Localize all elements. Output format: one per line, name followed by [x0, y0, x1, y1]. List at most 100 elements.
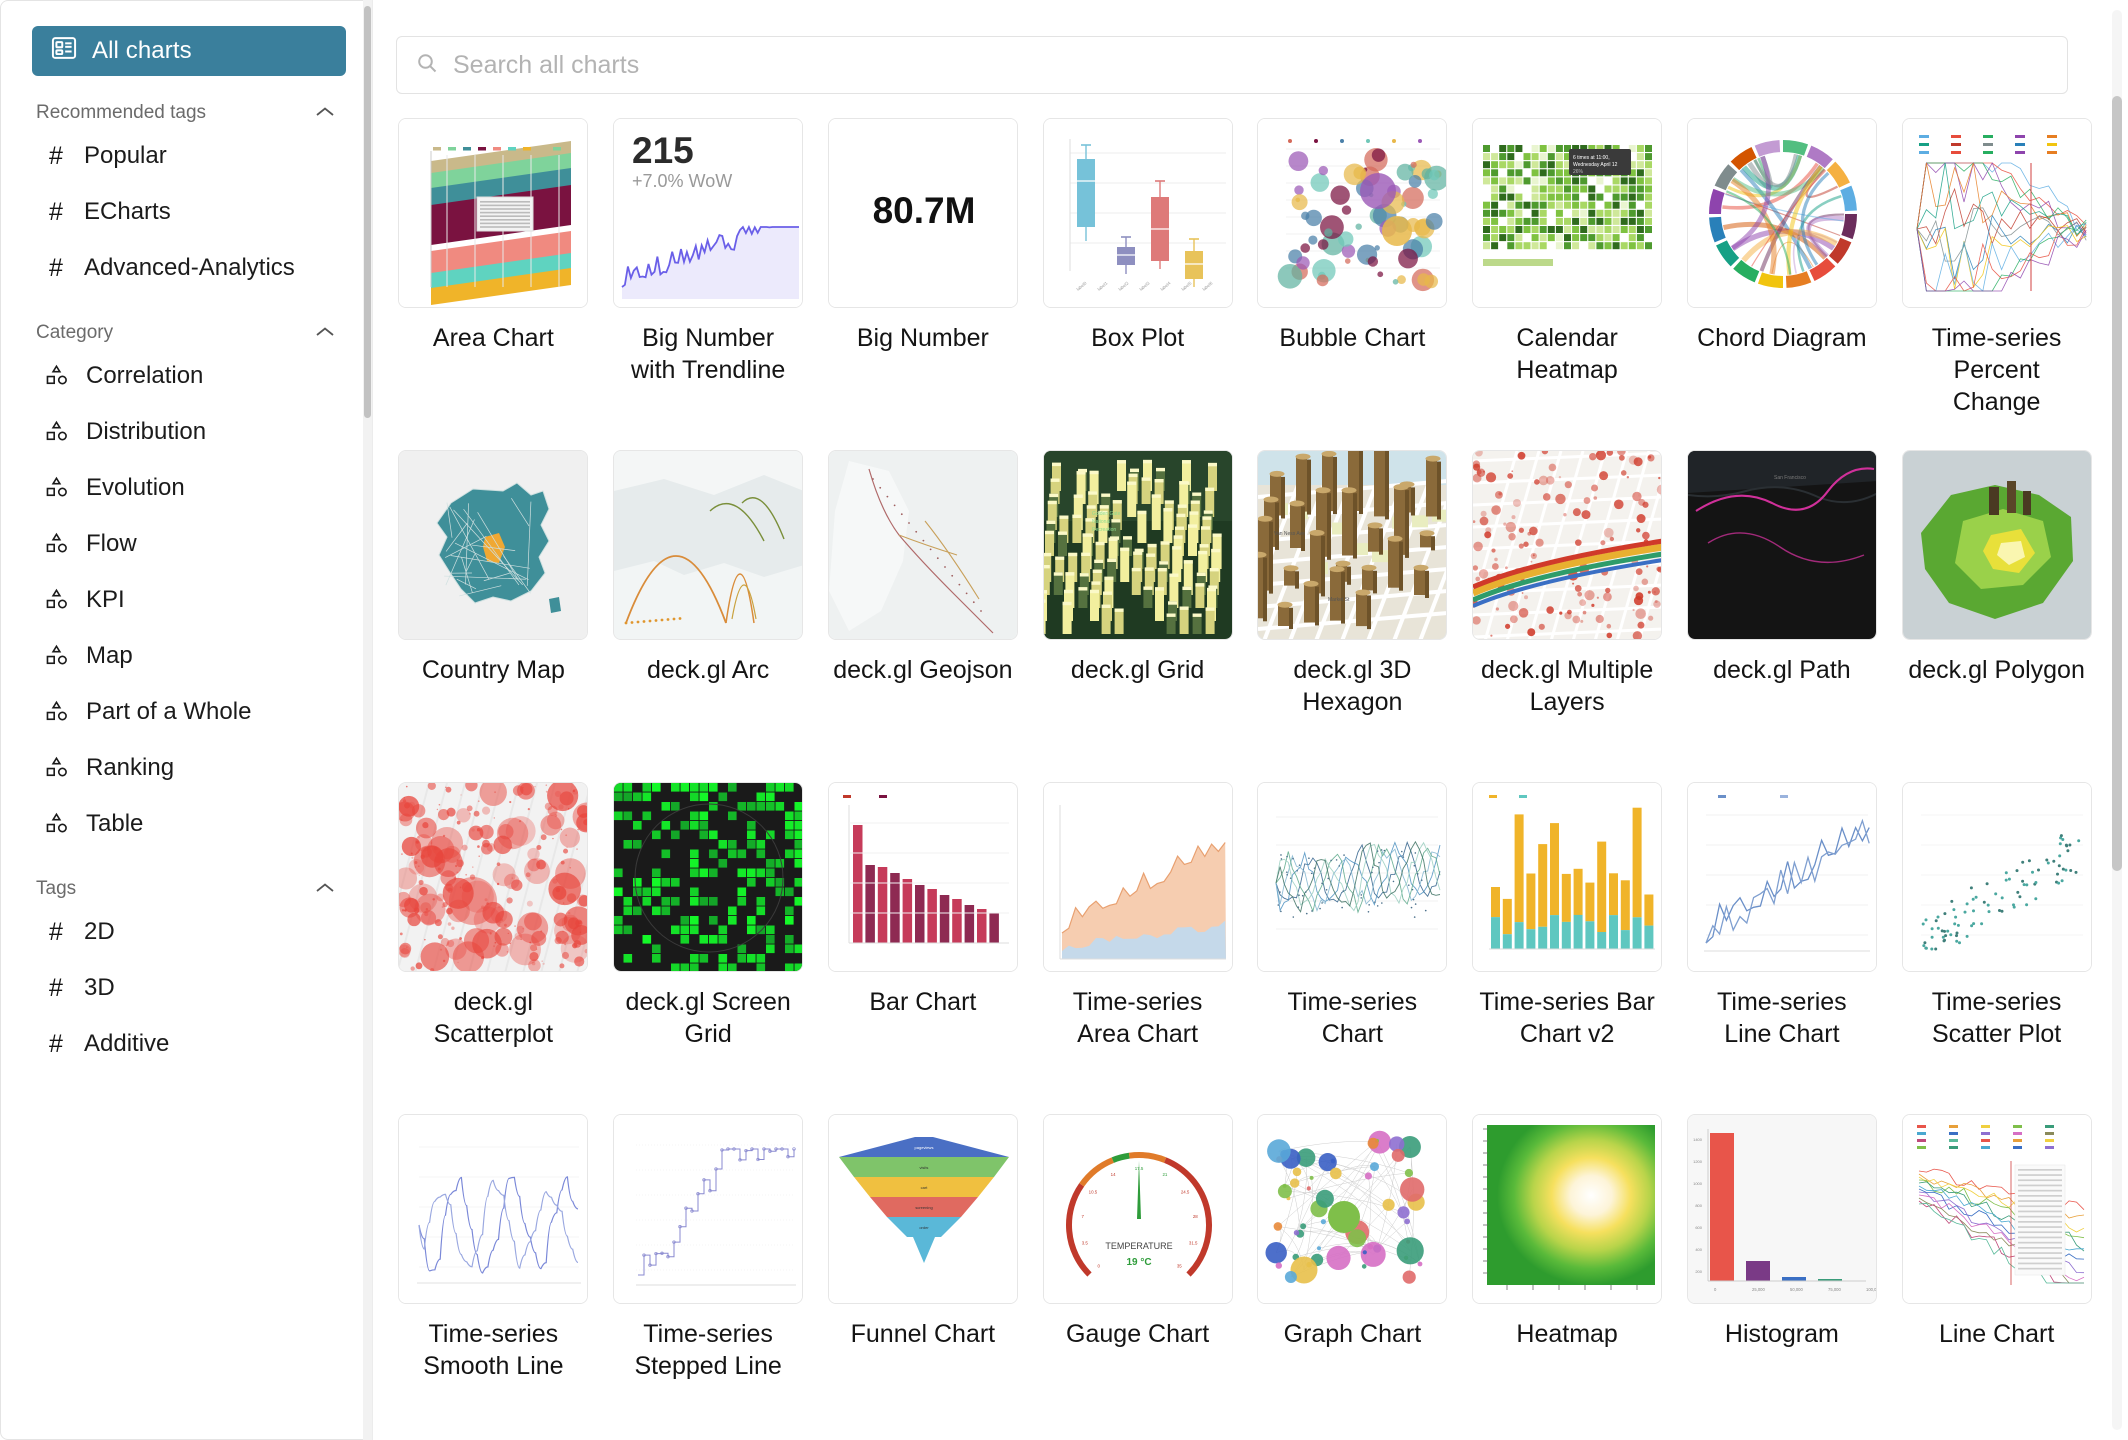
chart-card-deckgl-geojson[interactable]: deck.gl Geojson [826, 450, 1021, 782]
chart-card-label: Chord Diagram [1697, 324, 1867, 352]
chart-card-deckgl-polygon[interactable]: deck.gl Polygon [1899, 450, 2094, 782]
chart-thumbnail-country-map[interactable] [398, 450, 589, 640]
chart-thumbnail-area-chart[interactable] [398, 118, 589, 308]
sidebar-section-header[interactable]: Tags [36, 878, 336, 900]
chart-card-country-map[interactable]: Country Map [396, 450, 591, 782]
sidebar-item-part-of-a-whole[interactable]: Part of a Whole [18, 684, 354, 740]
chart-card-graph-chart[interactable]: Graph Chart [1255, 1114, 1450, 1440]
main-panel: Search all charts Area Chart 215 +7.0% WoW… [372, 0, 2128, 1440]
svg-text:80.7M: 80.7M [872, 190, 975, 231]
chart-thumbnail-gauge-chart[interactable]: TEMPERATURE 19 °C 0 3.5 7 10.5 14 17.5 21 24.5 28 3… [1042, 1114, 1233, 1304]
chart-thumbnail-timeseries-percent-change[interactable] [1901, 118, 2092, 308]
chart-card-line-chart[interactable]: Line Chart [1899, 1114, 2094, 1440]
chart-thumbnail-funnel-chart[interactable]: pageviews visits cart screening order [827, 1114, 1018, 1304]
sidebar-item-3d[interactable]: #3D [18, 960, 354, 1016]
chart-card-deckgl-scatterplot[interactable]: deck.gl Scatterplot [396, 782, 591, 1114]
main-scrollbar-thumb[interactable] [2112, 96, 2122, 871]
sidebar-item-all-charts[interactable]: All charts [32, 26, 346, 76]
sidebar-item-advanced-analytics[interactable]: # Advanced-Analytics [18, 240, 354, 296]
chart-thumbnail-deckgl-arc[interactable] [613, 450, 804, 640]
sidebar-item-distribution[interactable]: Distribution [18, 404, 354, 460]
chart-card-deckgl-screen-grid[interactable]: deck.gl Screen Grid [611, 782, 806, 1114]
chart-thumbnail-deckgl-scatterplot[interactable] [398, 782, 589, 972]
chart-thumbnail-deckgl-path[interactable]: San Francisco [1686, 450, 1877, 640]
sidebar-item-additive[interactable]: # Additive [18, 1016, 354, 1072]
sidebar-scrollbar-thumb[interactable] [364, 6, 371, 418]
chart-card-deckgl-path[interactable]: San Francisco deck.gl Path [1685, 450, 1880, 782]
chart-thumbnail-deckgl-polygon[interactable] [1901, 450, 2092, 640]
chart-thumbnail-heatmap[interactable] [1472, 1114, 1663, 1304]
chart-card-chord-diagram[interactable]: Chord Diagram [1685, 118, 1880, 450]
chart-card-timeseries-area-chart[interactable]: Time-series Area Chart [1040, 782, 1235, 1114]
chart-thumbnail-deckgl-screen-grid[interactable] [613, 782, 804, 972]
svg-text:1200: 1200 [1693, 1159, 1703, 1164]
chart-card-timeseries-stepped-line[interactable]: Time-series Stepped Line [611, 1114, 806, 1440]
sidebar-item-evolution[interactable]: Evolution [18, 460, 354, 516]
chart-card-bar-chart[interactable]: Bar Chart [826, 782, 1021, 1114]
chart-card-timeseries-chart[interactable]: Time-series Chart [1255, 782, 1450, 1114]
sidebar-section-header[interactable]: Category [36, 322, 336, 344]
sidebar-item-map[interactable]: Map [18, 628, 354, 684]
chart-thumbnail-bubble-chart[interactable] [1257, 118, 1448, 308]
sidebar-item-2d[interactable]: #2D [18, 904, 354, 960]
chart-card-timeseries-smooth-line[interactable]: Time-series Smooth Line [396, 1114, 591, 1440]
chart-card-bubble-chart[interactable]: Bubble Chart [1255, 118, 1450, 450]
chart-thumbnail-timeseries-bar-chart-v2[interactable] [1472, 782, 1663, 972]
chart-thumbnail-deckgl-grid[interactable]: Golden Gate National Recreation [1042, 450, 1233, 640]
chart-thumbnail-graph-chart[interactable] [1257, 1114, 1448, 1304]
chart-thumbnail-bar-chart[interactable] [827, 782, 1018, 972]
sidebar-item-ranking[interactable]: Ranking [18, 740, 354, 796]
svg-text:Market St: Market St [1328, 597, 1350, 603]
chart-card-timeseries-scatter-plot[interactable]: Time-series Scatter Plot [1899, 782, 2094, 1114]
chart-thumbnail-timeseries-chart[interactable] [1257, 782, 1448, 972]
chart-card-big-number[interactable]: 80.7M Big Number [826, 118, 1021, 450]
chart-card-timeseries-line-chart[interactable]: Time-series Line Chart [1685, 782, 1880, 1114]
chevron-up-icon[interactable] [314, 325, 336, 342]
sidebar-item-label: Map [86, 642, 133, 669]
chart-card-histogram[interactable]: 1400 1200 1000 800 600 400 200 0 25,000 50,000 75,… [1685, 1114, 1880, 1440]
chart-card-heatmap[interactable]: Heatmap [1470, 1114, 1665, 1440]
search-input[interactable]: Search all charts [453, 51, 639, 80]
chart-card-deckgl-grid[interactable]: Golden Gate National Recreation deck.gl Gri… [1040, 450, 1235, 782]
chart-card-gauge-chart[interactable]: TEMPERATURE 19 °C 0 3.5 7 10.5 14 17.5 21 24.5 28 3… [1040, 1114, 1235, 1440]
chart-thumbnail-histogram[interactable]: 1400 1200 1000 800 600 400 200 0 25,000 50,000 75,… [1686, 1114, 1877, 1304]
chart-thumbnail-deckgl-geojson[interactable] [827, 450, 1018, 640]
chart-card-box-plot[interactable]: label0 label1 label2 label3 label4 label5 labe… [1040, 118, 1235, 450]
sidebar-section-header[interactable]: Recommended tags [36, 102, 336, 124]
chevron-up-icon[interactable] [314, 881, 336, 898]
chart-thumbnail-calendar-heatmap[interactable]: 6 times at 11:00, Wednesday April 12 26% [1472, 118, 1663, 308]
chart-thumbnail-big-number[interactable]: 80.7M [827, 118, 1018, 308]
chart-card-big-number-trendline[interactable]: 215 +7.0% WoW Big Number with Trendline [611, 118, 806, 450]
sidebar-item-echarts[interactable]: # ECharts [18, 184, 354, 240]
search-bar[interactable]: Search all charts [396, 36, 2068, 94]
sidebar-sections: Recommended tags # Popular # ECharts # Advanc… [18, 102, 354, 1072]
chart-thumbnail-chord-diagram[interactable] [1686, 118, 1877, 308]
sidebar-scrollbar-track[interactable] [363, 0, 372, 1440]
sidebar-item-table[interactable]: Table [18, 796, 354, 852]
chart-card-deckgl-arc[interactable]: deck.gl Arc [611, 450, 806, 782]
chart-card-funnel-chart[interactable]: pageviews visits cart screening order Funnel … [826, 1114, 1021, 1440]
sidebar-item-kpi[interactable]: KPI [18, 572, 354, 628]
chart-thumbnail-deckgl-multiple-layers[interactable] [1472, 450, 1663, 640]
sidebar-item-flow[interactable]: Flow [18, 516, 354, 572]
chart-thumbnail-timeseries-smooth-line[interactable] [398, 1114, 589, 1304]
chart-card-deckgl-multiple-layers[interactable]: deck.gl Multiple Layers [1470, 450, 1665, 782]
chart-thumbnail-big-number-trendline[interactable]: 215 +7.0% WoW [613, 118, 804, 308]
svg-text:24.5: 24.5 [1180, 1190, 1189, 1195]
chart-thumbnail-box-plot[interactable]: label0 label1 label2 label3 label4 label5 labe… [1042, 118, 1233, 308]
chart-card-timeseries-percent-change[interactable]: Time-series Percent Change [1899, 118, 2094, 450]
chart-thumbnail-deckgl-3d-hexagon[interactable]: Van Ness Ave Market St [1257, 450, 1448, 640]
chart-thumbnail-timeseries-line-chart[interactable] [1686, 782, 1877, 972]
chart-card-calendar-heatmap[interactable]: 6 times at 11:00, Wednesday April 12 26% Ca… [1470, 118, 1665, 450]
chart-thumbnail-line-chart[interactable] [1901, 1114, 2092, 1304]
shapes-icon [44, 812, 70, 836]
chart-thumbnail-timeseries-scatter-plot[interactable] [1901, 782, 2092, 972]
chart-card-timeseries-bar-chart-v2[interactable]: Time-series Bar Chart v2 [1470, 782, 1665, 1114]
chart-thumbnail-timeseries-area-chart[interactable] [1042, 782, 1233, 972]
chart-card-deckgl-3d-hexagon[interactable]: Van Ness Ave Market St deck.gl 3D Hexagon [1255, 450, 1450, 782]
chevron-up-icon[interactable] [314, 105, 336, 122]
sidebar-item-correlation[interactable]: Correlation [18, 348, 354, 404]
sidebar-item-popular[interactable]: # Popular [18, 128, 354, 184]
chart-card-area-chart[interactable]: Area Chart [396, 118, 591, 450]
chart-thumbnail-timeseries-stepped-line[interactable] [613, 1114, 804, 1304]
